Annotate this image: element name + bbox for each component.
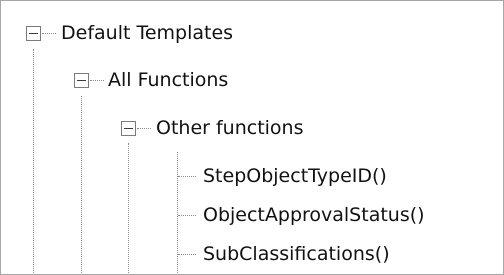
tree-connector-leaf-row <box>178 176 196 177</box>
tree-connector-other-functions-row <box>137 128 151 129</box>
tree-connector-leaf-row <box>178 215 196 216</box>
tree-leaf-label[interactable]: SubClassifications() <box>203 242 390 266</box>
function-tree[interactable]: Default Templates All Functions Other fu… <box>0 0 504 275</box>
collapse-icon[interactable] <box>26 26 41 41</box>
collapse-icon[interactable] <box>121 121 136 136</box>
collapse-icon[interactable] <box>74 73 89 88</box>
tree-connector-all-functions <box>81 96 82 274</box>
tree-connector-root <box>33 49 34 274</box>
tree-connector-root-row <box>42 33 56 34</box>
tree-node-label[interactable]: Other functions <box>156 116 304 140</box>
tree-leaf-label[interactable]: ObjectApprovalStatus() <box>203 203 425 227</box>
tree-connector-leaves <box>177 152 178 274</box>
tree-connector-all-functions-row <box>90 80 104 81</box>
tree-connector-leaf-row <box>178 254 196 255</box>
tree-node-label[interactable]: All Functions <box>108 68 228 92</box>
tree-leaf-label[interactable]: StepObjectTypeID() <box>203 164 387 188</box>
tree-node-label[interactable]: Default Templates <box>61 21 233 45</box>
tree-connector-other-functions <box>128 143 129 274</box>
